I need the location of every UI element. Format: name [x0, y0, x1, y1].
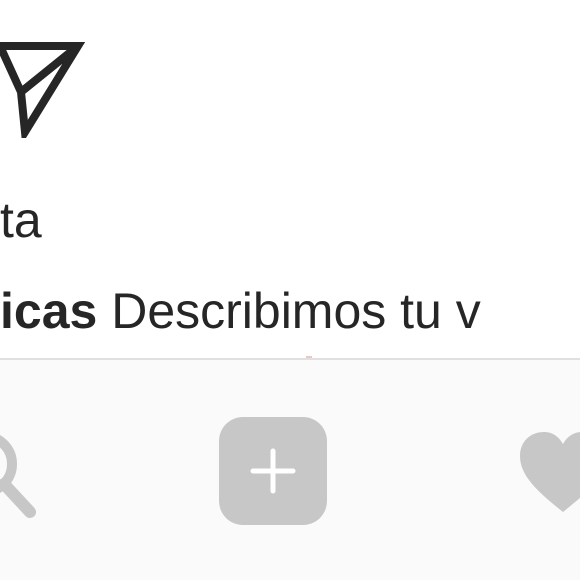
search-icon [0, 435, 36, 518]
nav-create-button[interactable] [219, 417, 327, 525]
likes-count[interactable]: ta [0, 190, 42, 250]
post-footer: ta icas Describimos tu v [0, 0, 580, 358]
nav-search-button[interactable] [0, 422, 40, 518]
caption-text: Describimos tu v [97, 283, 481, 339]
nav-activity-button[interactable] [518, 428, 580, 518]
caption-username[interactable]: icas [0, 283, 97, 339]
post-caption: icas Describimos tu v [0, 281, 481, 341]
heart-icon [520, 432, 580, 512]
plus-icon [250, 448, 296, 494]
bottom-nav-bar [0, 358, 580, 580]
share-button[interactable] [0, 34, 86, 138]
paper-plane-icon [0, 42, 86, 138]
